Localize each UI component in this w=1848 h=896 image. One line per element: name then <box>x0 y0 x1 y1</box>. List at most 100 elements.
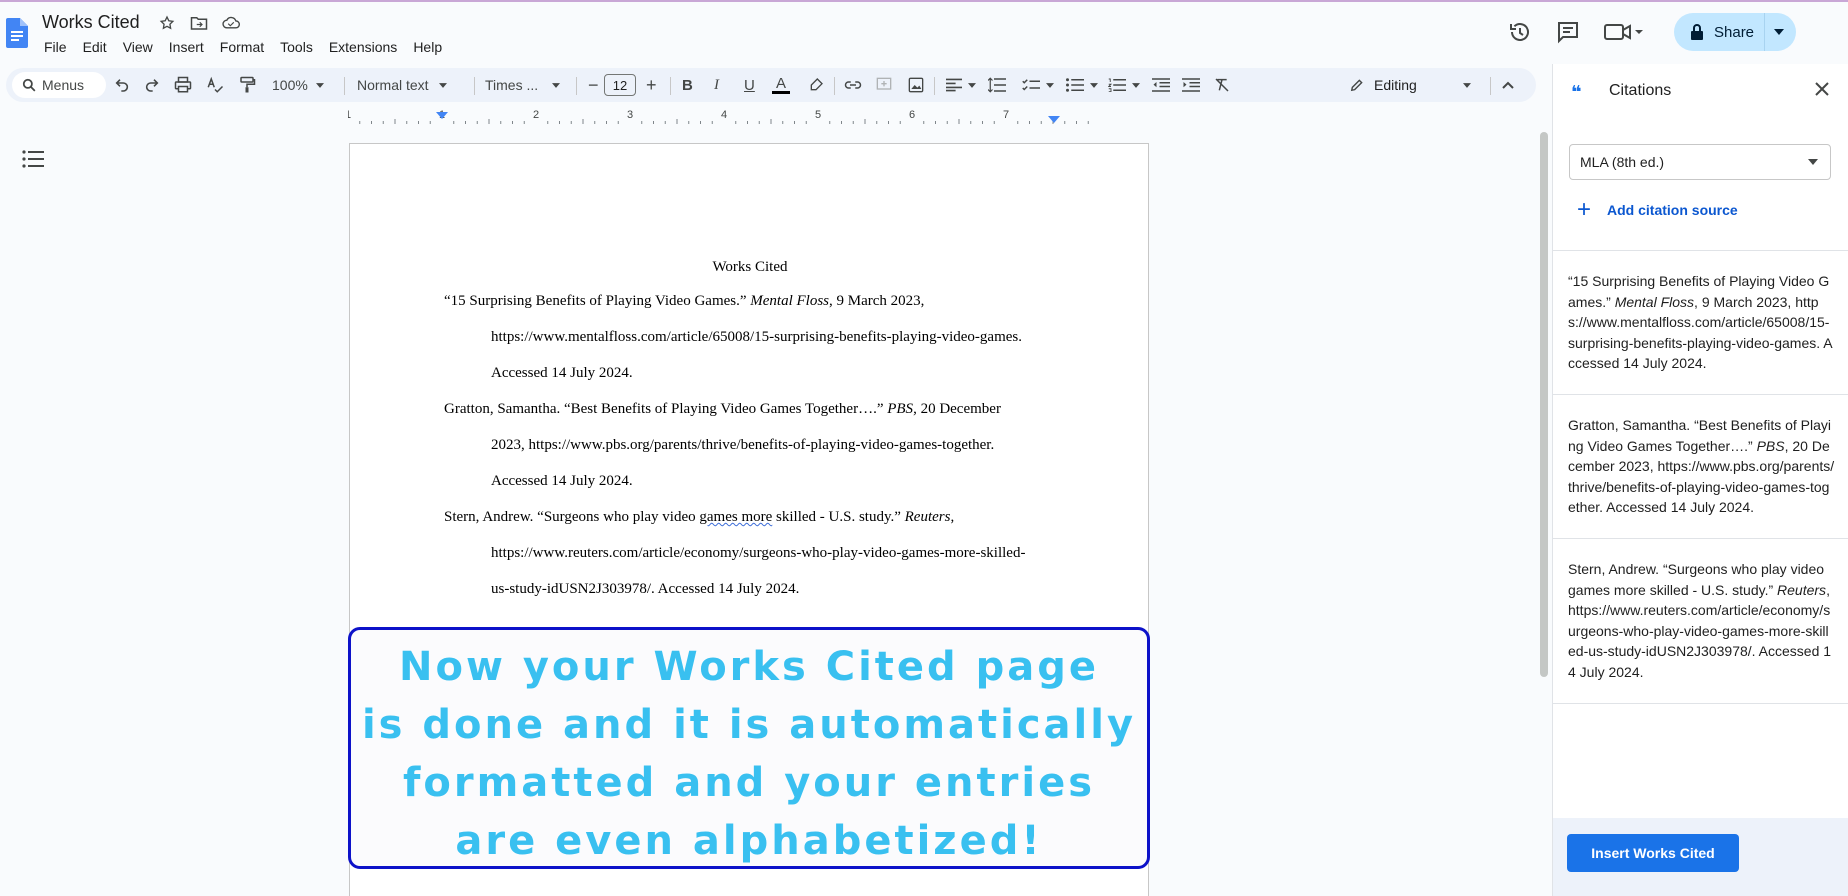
highlight-color-icon[interactable] <box>808 68 824 102</box>
toolbar-divider <box>934 77 935 95</box>
entry-line: “15 Surprising Benefits of Playing Video… <box>444 293 925 309</box>
toolbar-divider <box>834 77 835 95</box>
print-icon[interactable] <box>174 68 192 102</box>
left-indent-marker[interactable] <box>436 112 448 119</box>
right-indent-marker[interactable] <box>1048 116 1060 123</box>
title-bar: Works Cited File Edit View Insert Format… <box>0 0 1848 64</box>
share-button[interactable]: Share <box>1674 13 1796 51</box>
decrease-indent-icon[interactable] <box>1152 68 1170 102</box>
font-size-value[interactable]: 12 <box>604 74 636 96</box>
entry-line: 2023, https://www.pbs.org/parents/thrive… <box>491 437 995 453</box>
clear-formatting-icon[interactable] <box>1214 68 1230 102</box>
share-divider <box>1764 13 1765 51</box>
menus-search-label: Menus <box>42 77 85 93</box>
entry-line: us-study-idUSN2J303978/. Accessed 14 Jul… <box>491 581 800 597</box>
toolbar-divider <box>670 77 671 95</box>
document-scrollbar[interactable] <box>1540 132 1548 677</box>
move-folder-icon[interactable] <box>190 14 208 32</box>
ruler-label: 3 <box>627 109 633 121</box>
italic-icon[interactable]: I <box>714 68 719 102</box>
insert-works-cited-button[interactable]: Insert Works Cited <box>1567 834 1739 872</box>
editing-mode-label: Editing <box>1374 77 1417 93</box>
menu-edit[interactable]: Edit <box>75 39 115 55</box>
pencil-icon <box>1350 79 1363 92</box>
entry-line: Gratton, Samantha. “Best Benefits of Pla… <box>444 401 1001 417</box>
citation-card[interactable]: Gratton, Samantha. “Best Benefits of Pla… <box>1553 395 1848 539</box>
menu-help[interactable]: Help <box>405 39 450 55</box>
menu-file[interactable]: File <box>36 39 75 55</box>
meet-video-icon[interactable] <box>1604 22 1644 42</box>
citation-card[interactable]: “15 Surprising Benefits of Playing Video… <box>1553 251 1848 395</box>
numbered-list-icon <box>1108 78 1126 92</box>
ruler-label: 5 <box>815 109 821 121</box>
hide-menus-chevron-up-icon[interactable] <box>1502 68 1514 102</box>
citation-entry[interactable]: “15 Surprising Benefits of Playing Video… <box>444 283 1084 391</box>
document-title[interactable]: Works Cited <box>42 12 140 33</box>
document-outline-icon[interactable] <box>22 150 44 168</box>
bulleted-list-icon <box>1066 78 1084 92</box>
paragraph-style-value: Normal text <box>357 77 429 93</box>
comments-icon[interactable] <box>1556 20 1580 44</box>
add-citation-source-button[interactable]: + Add citation source <box>1577 196 1738 224</box>
citation-style-select[interactable]: MLA (8th ed.) <box>1569 144 1831 180</box>
bold-icon[interactable]: B <box>682 68 693 102</box>
add-comment-icon[interactable] <box>876 68 892 102</box>
insert-image-icon[interactable] <box>908 68 924 102</box>
font-family-dropdown[interactable]: Times ... <box>485 68 561 102</box>
increase-indent-icon[interactable] <box>1182 68 1200 102</box>
search-icon <box>22 78 36 92</box>
menu-extensions[interactable]: Extensions <box>321 39 405 55</box>
chevron-down-icon <box>438 82 447 88</box>
entry-line: Accessed 14 July 2024. <box>491 365 633 381</box>
chevron-down-icon <box>1090 82 1098 88</box>
text-color-icon[interactable]: A <box>772 68 790 102</box>
chevron-down-icon <box>1462 82 1471 88</box>
chevron-down-icon <box>968 82 976 88</box>
docs-logo-icon[interactable] <box>6 18 28 48</box>
version-history-icon[interactable] <box>1508 20 1532 44</box>
cloud-saved-icon[interactable] <box>222 14 240 32</box>
menus-search-input[interactable]: Menus <box>12 72 106 98</box>
citation-card[interactable]: Stern, Andrew. “Surgeons who play video … <box>1553 539 1848 704</box>
spellcheck-icon[interactable] <box>206 68 224 102</box>
citation-style-value: MLA (8th ed.) <box>1580 154 1665 170</box>
horizontal-ruler[interactable]: 11234567 <box>345 108 1148 124</box>
close-icon[interactable] <box>1815 82 1829 96</box>
paragraph-style-dropdown[interactable]: Normal text <box>357 68 447 102</box>
underline-icon[interactable]: U <box>744 68 755 102</box>
undo-icon[interactable] <box>114 68 130 102</box>
ruler-label: 1 <box>348 109 351 121</box>
editing-mode-dropdown[interactable]: Editing <box>1350 68 1480 102</box>
checklist-dropdown[interactable] <box>1022 68 1054 102</box>
ruler-ticks: 11234567 <box>345 109 1089 124</box>
citation-entry[interactable]: Stern, Andrew. “Surgeons who play video … <box>444 499 1084 607</box>
numbered-list-dropdown[interactable] <box>1108 68 1140 102</box>
share-dropdown-icon[interactable] <box>1774 29 1784 35</box>
font-size-field[interactable]: 12 <box>604 68 636 102</box>
insert-link-icon[interactable] <box>844 68 862 102</box>
works-cited-heading[interactable]: Works Cited <box>350 259 1150 276</box>
lock-icon <box>1691 24 1703 40</box>
menu-bar: File Edit View Insert Format Tools Exten… <box>36 39 450 55</box>
menu-format[interactable]: Format <box>212 39 272 55</box>
menu-tools[interactable]: Tools <box>272 39 321 55</box>
toolbar-divider <box>576 77 577 95</box>
menu-insert[interactable]: Insert <box>161 39 212 55</box>
align-dropdown[interactable] <box>946 68 976 102</box>
menu-view[interactable]: View <box>115 39 161 55</box>
spelling-suggestion[interactable]: games more <box>699 509 772 525</box>
redo-icon[interactable] <box>144 68 160 102</box>
bulleted-list-dropdown[interactable] <box>1066 68 1098 102</box>
citation-entry[interactable]: Gratton, Samantha. “Best Benefits of Pla… <box>444 391 1084 499</box>
annotation-text: Now your Works Cited page is done and it… <box>361 644 1137 864</box>
add-citation-source-label: Add citation source <box>1607 202 1738 218</box>
increase-font-size-icon[interactable]: + <box>646 68 657 102</box>
citation-list: “15 Surprising Benefits of Playing Video… <box>1553 250 1848 704</box>
citations-panel-footer: Insert Works Cited <box>1553 818 1848 896</box>
decrease-font-size-icon[interactable]: − <box>588 68 599 102</box>
chevron-down-icon <box>315 82 324 88</box>
zoom-dropdown[interactable]: 100% <box>272 68 324 102</box>
line-spacing-icon[interactable] <box>988 68 1006 102</box>
paint-format-icon[interactable] <box>238 68 256 102</box>
star-icon[interactable] <box>158 14 176 32</box>
